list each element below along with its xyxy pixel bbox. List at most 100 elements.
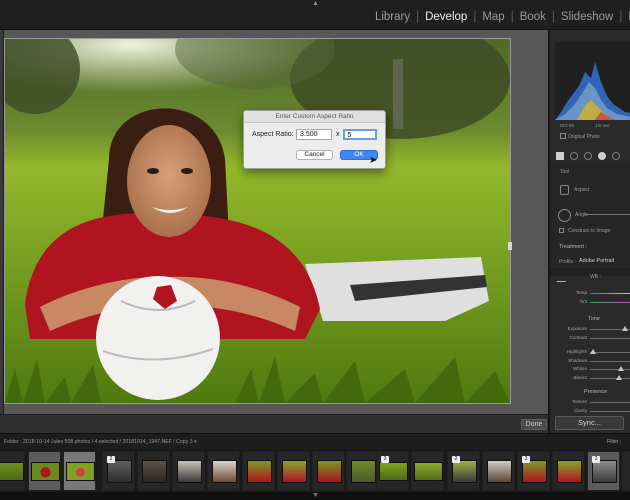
wb-eyedropper-icon[interactable] — [556, 273, 571, 282]
film-cell[interactable] — [28, 451, 61, 491]
module-book[interactable]: Book — [520, 10, 546, 24]
film-thumbnail[interactable] — [317, 460, 342, 483]
module-slideshow[interactable]: Slideshow — [561, 10, 613, 24]
crop-tool-label: Tool — [560, 169, 570, 175]
module-picker: Library | Develop | Map | Book | Slidesh… — [375, 10, 630, 24]
film-cell[interactable] — [411, 451, 444, 491]
done-button[interactable]: Done — [521, 419, 547, 430]
film-cell[interactable] — [622, 451, 630, 491]
film-cell[interactable]: 3 — [517, 451, 550, 491]
film-thumbnail[interactable] — [142, 460, 167, 483]
angle-dial-icon[interactable] — [558, 209, 571, 222]
red-eye-icon[interactable] — [584, 152, 592, 160]
film-thumbnail[interactable] — [212, 460, 237, 483]
film-thumbnail[interactable] — [282, 460, 307, 483]
spot-removal-icon[interactable] — [570, 152, 578, 160]
right-panel: ISO 80 1/8 sec Original Photo Tool Aspec… — [548, 30, 630, 433]
texture-label: Texture — [571, 399, 587, 404]
whites-slider[interactable]: Whites — [550, 365, 630, 374]
temp-track[interactable] — [590, 293, 630, 294]
film-thumbnail[interactable] — [592, 460, 617, 483]
film-cell[interactable]: 3 — [376, 451, 409, 491]
clarity-track[interactable] — [590, 411, 630, 412]
shadows-track[interactable] — [590, 361, 630, 362]
film-cell[interactable] — [207, 451, 240, 491]
crop-edge-handle[interactable] — [508, 242, 512, 250]
blacks-slider[interactable]: Blacks — [550, 374, 630, 383]
highlights-track[interactable] — [590, 352, 630, 353]
aspect-lock-icon[interactable] — [560, 185, 569, 195]
aspect-separator: x — [336, 131, 340, 138]
texture-track[interactable] — [590, 402, 630, 403]
develop-canvas[interactable] — [4, 30, 548, 414]
film-thumbnail[interactable] — [379, 462, 408, 481]
exposure-knob[interactable] — [622, 326, 628, 331]
whites-knob[interactable] — [618, 366, 624, 371]
film-cell[interactable]: 2 — [102, 451, 135, 491]
highlights-label: Highlights — [566, 349, 587, 354]
film-thumbnail[interactable] — [66, 462, 95, 481]
film-thumbnail[interactable] — [31, 462, 60, 481]
film-cell[interactable] — [552, 451, 585, 491]
clarity-slider[interactable]: Clarity — [550, 407, 630, 416]
crop-tool-icon[interactable] — [556, 152, 564, 160]
film-thumbnail[interactable] — [487, 460, 512, 483]
filmstrip-source-info[interactable]: Folder : 2018-10-14 Jules 508 photos / 4… — [4, 434, 197, 450]
film-cell[interactable] — [242, 451, 275, 491]
highlights-knob[interactable] — [590, 349, 596, 354]
filmstrip[interactable]: 2 3 2 3 2 — [0, 449, 630, 492]
temp-slider[interactable]: Temp — [550, 289, 630, 298]
film-thumbnail[interactable] — [177, 460, 202, 483]
collapse-top-panel-icon[interactable]: ▲ — [312, 0, 319, 8]
film-thumbnail[interactable] — [0, 462, 24, 481]
profile-select[interactable]: Adobe Portrait — [579, 258, 614, 264]
sync-button[interactable]: Sync... — [555, 416, 624, 430]
film-thumbnail[interactable] — [247, 460, 272, 483]
photo-preview[interactable] — [4, 38, 511, 404]
module-separator: | — [473, 11, 477, 23]
module-develop[interactable]: Develop — [425, 10, 467, 24]
aspect-height-input[interactable]: 5 — [342, 129, 377, 140]
film-cell[interactable] — [312, 451, 345, 491]
filmstrip-filter-label[interactable]: Filter : — [607, 434, 621, 450]
contrast-track[interactable] — [590, 338, 630, 339]
histogram[interactable] — [555, 42, 630, 120]
exposure-slider[interactable]: Exposure — [550, 325, 630, 334]
angle-slider[interactable] — [585, 214, 630, 215]
film-cell[interactable] — [172, 451, 205, 491]
texture-slider[interactable]: Texture — [550, 398, 630, 407]
profile-label: Profile : — [559, 259, 576, 265]
constrain-checkbox[interactable] — [559, 228, 564, 233]
blacks-knob[interactable] — [616, 375, 622, 380]
graduated-filter-icon[interactable] — [598, 152, 606, 160]
original-photo-checkbox[interactable]: Original Photo — [560, 133, 600, 140]
film-thumbnail[interactable] — [351, 460, 376, 483]
aspect-width-input[interactable]: 3.500 — [296, 129, 332, 140]
film-cell[interactable]: 2 — [447, 451, 480, 491]
highlights-slider[interactable]: Highlights — [550, 348, 630, 357]
film-cell[interactable] — [346, 451, 379, 491]
film-cell[interactable] — [137, 451, 170, 491]
film-cell[interactable] — [0, 451, 25, 491]
film-thumbnail[interactable] — [557, 460, 582, 483]
tint-track[interactable] — [590, 302, 630, 303]
module-separator: | — [416, 11, 420, 23]
whites-track[interactable] — [590, 369, 630, 370]
contrast-slider[interactable]: Contrast — [550, 334, 630, 343]
film-cell[interactable] — [63, 451, 96, 491]
cancel-button[interactable]: Cancel — [296, 150, 333, 160]
film-cell[interactable] — [277, 451, 310, 491]
film-thumbnail[interactable] — [452, 460, 477, 483]
module-map[interactable]: Map — [482, 10, 504, 24]
module-library[interactable]: Library — [375, 10, 410, 24]
film-thumbnail[interactable] — [522, 460, 547, 483]
canvas-toolbar: Done — [0, 414, 548, 433]
radial-filter-icon[interactable] — [612, 152, 620, 160]
blacks-track[interactable] — [590, 378, 630, 379]
film-cell[interactable] — [482, 451, 515, 491]
film-thumbnail[interactable] — [107, 460, 132, 483]
collapse-filmstrip-icon[interactable]: ▼ — [312, 492, 319, 500]
film-thumbnail[interactable] — [414, 462, 443, 481]
tint-slider[interactable]: Tint — [550, 298, 630, 307]
film-cell[interactable]: 2 — [587, 451, 620, 491]
